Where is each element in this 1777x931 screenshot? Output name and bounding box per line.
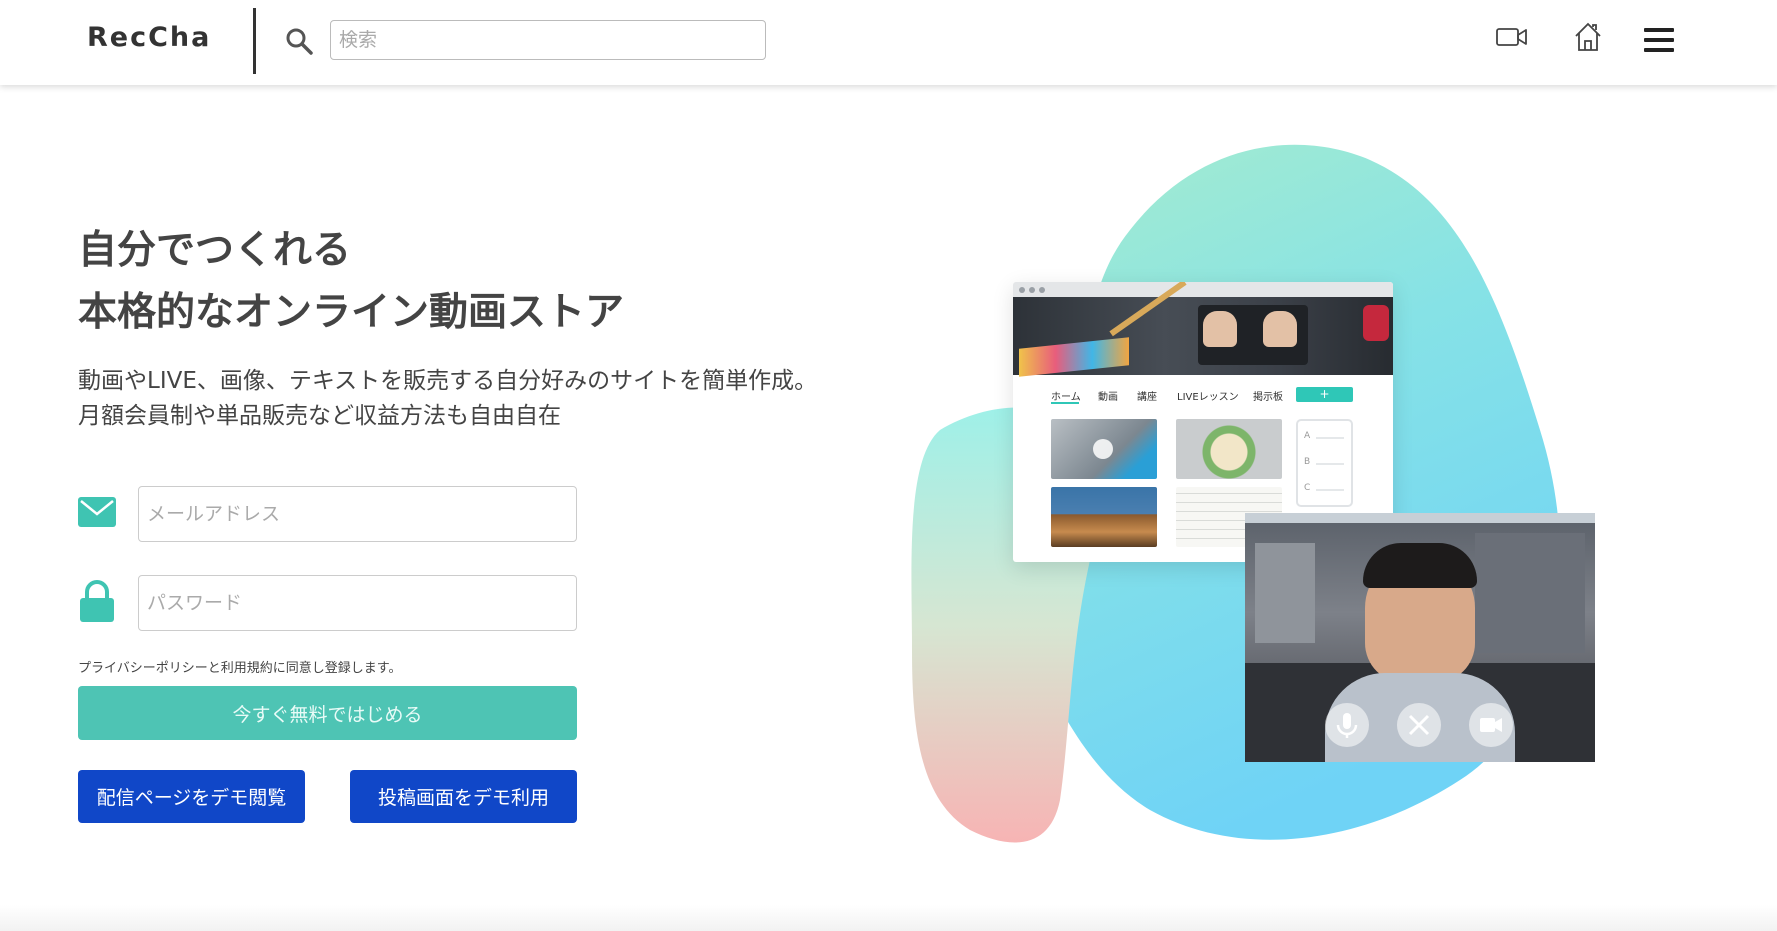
video-call-mockup bbox=[1245, 513, 1595, 762]
hero-title-line2: 本格的なオンライン動画ストア bbox=[78, 290, 625, 335]
hero-subtitle-line2: 月額会員制や単品販売など収益方法も自由自在 bbox=[78, 403, 561, 429]
panel-label-c: C bbox=[1304, 483, 1311, 493]
agreement-text: プライバシーポリシーと利用規約に同意し登録します。 bbox=[78, 661, 402, 676]
thumbnail-food bbox=[1176, 419, 1282, 479]
video-camera-icon[interactable] bbox=[1496, 26, 1528, 48]
tab-home: ホーム bbox=[1051, 392, 1081, 403]
window-dot bbox=[1019, 287, 1025, 293]
hamburger-menu-icon[interactable] bbox=[1643, 26, 1675, 54]
close-icon[interactable] bbox=[1397, 703, 1441, 747]
tab-live-lessons: LIVEレッスン bbox=[1177, 392, 1239, 403]
start-free-button[interactable]: 今すぐ無料ではじめる bbox=[78, 686, 577, 740]
mail-icon bbox=[78, 497, 116, 527]
browser-titlebar bbox=[1013, 282, 1393, 297]
panel-label-a: A bbox=[1304, 431, 1311, 441]
demo-view-button[interactable]: 配信ページをデモ閲覧 bbox=[78, 770, 305, 823]
logo[interactable]: RecCha bbox=[87, 22, 211, 53]
plus-button: + bbox=[1296, 387, 1353, 402]
demo-post-button[interactable]: 投稿画面をデモ利用 bbox=[350, 770, 577, 823]
top-header: RecCha bbox=[0, 0, 1777, 85]
hero-title: 自分でつくれる 本格的なオンライン動画ストア bbox=[78, 220, 624, 344]
tab-board: 掲示板 bbox=[1253, 392, 1283, 403]
search-icon[interactable] bbox=[284, 26, 314, 56]
password-field[interactable] bbox=[138, 575, 577, 631]
panel-line bbox=[1316, 489, 1344, 491]
home-icon[interactable] bbox=[1574, 22, 1602, 52]
thumbnail-guitar bbox=[1051, 487, 1157, 547]
microphone-icon[interactable] bbox=[1325, 703, 1369, 747]
window-dot bbox=[1029, 287, 1035, 293]
camera-icon[interactable] bbox=[1469, 703, 1513, 747]
hero-title-line1: 自分でつくれる bbox=[78, 228, 352, 273]
lock-icon bbox=[80, 580, 114, 622]
header-divider bbox=[253, 8, 256, 74]
bottom-band bbox=[0, 905, 1777, 931]
panel-label-b: B bbox=[1304, 457, 1311, 467]
tab-videos: 動画 bbox=[1098, 392, 1118, 403]
email-field[interactable] bbox=[138, 486, 577, 542]
tab-courses: 講座 bbox=[1137, 392, 1157, 403]
panel-line bbox=[1316, 437, 1344, 439]
thumbnail-shoes bbox=[1051, 419, 1157, 479]
browser-hero-image bbox=[1013, 282, 1393, 377]
active-tab-underline bbox=[1051, 402, 1079, 404]
hero-subtitle-line1: 動画やLIVE、画像、テキストを販売する自分好みのサイトを簡単作成。 bbox=[78, 368, 818, 394]
window-dot bbox=[1039, 287, 1045, 293]
search-input[interactable] bbox=[330, 20, 766, 60]
panel-line bbox=[1316, 463, 1344, 465]
hero-subtitle: 動画やLIVE、画像、テキストを販売する自分好みのサイトを簡単作成。 月額会員制… bbox=[78, 364, 817, 434]
side-panel: A B C bbox=[1296, 419, 1353, 507]
